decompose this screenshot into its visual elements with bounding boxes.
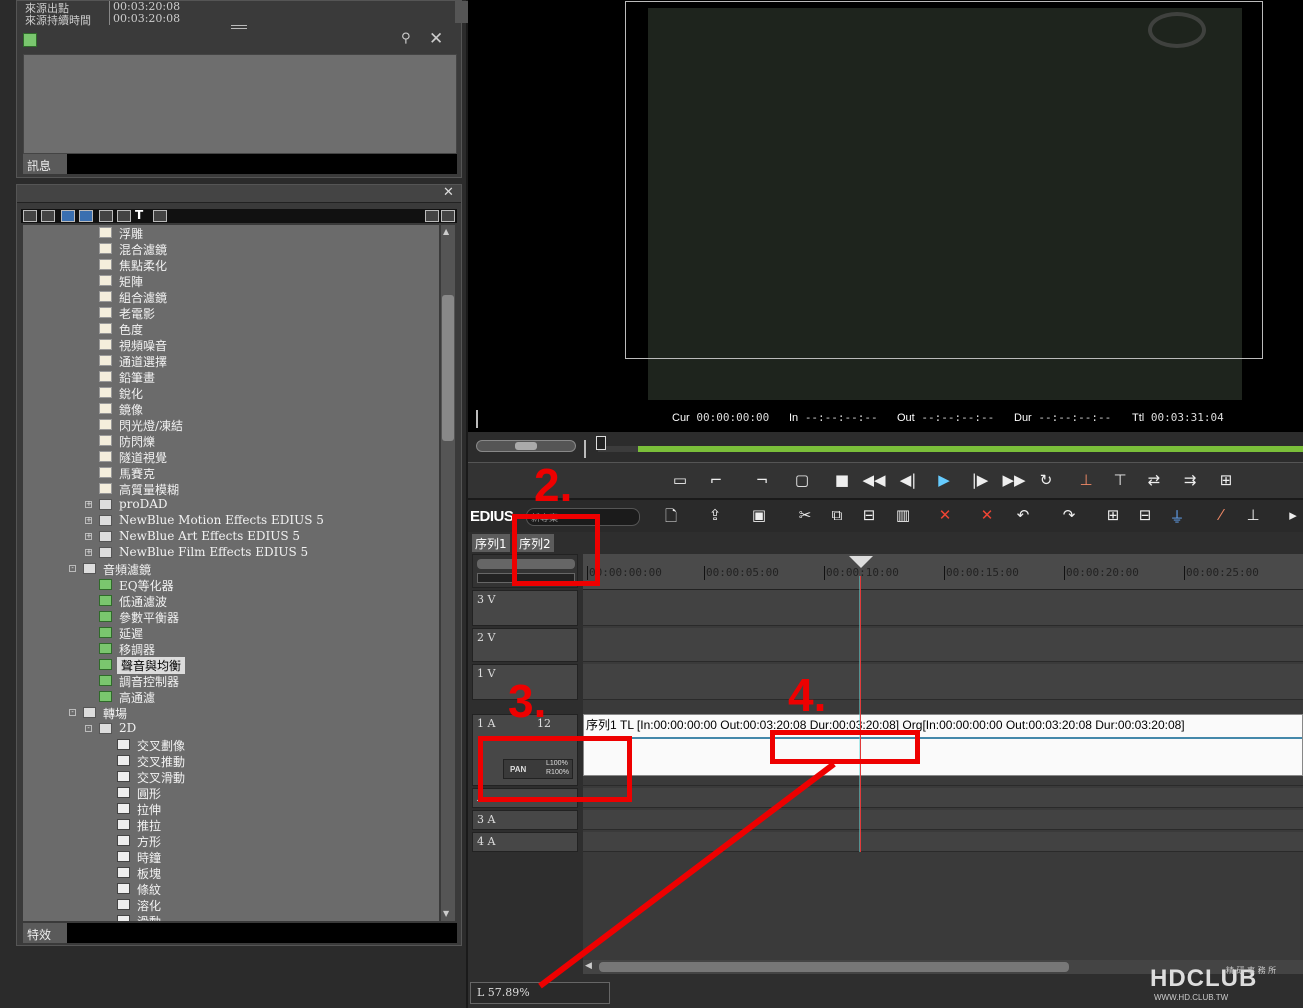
annotation-arrow (538, 761, 836, 989)
hdclub-watermark: HDCLUB 精 研 事 務 所 WWW.HD.CLUB.TW (1150, 965, 1300, 1005)
watermark-url: WWW.HD.CLUB.TW (1154, 993, 1229, 1002)
watermark-tagline: 精 研 事 務 所 (1226, 966, 1277, 975)
